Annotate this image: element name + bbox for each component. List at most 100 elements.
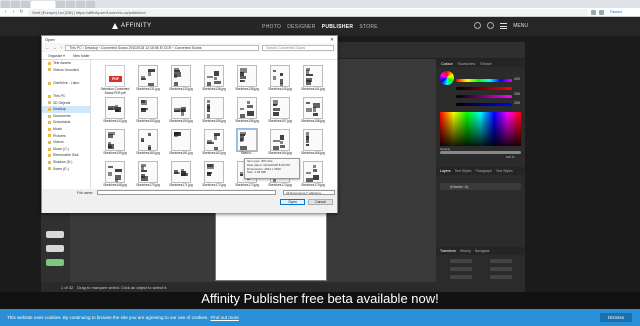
file-name: Sketches159.jpg (103, 151, 127, 155)
nav-pane-item[interactable]: Music (C:) (42, 146, 90, 153)
dismiss-button[interactable]: Dismiss (600, 313, 632, 322)
transform-field[interactable] (450, 267, 472, 271)
tool-swatch[interactable] (46, 231, 64, 238)
transform-field[interactable] (450, 275, 472, 279)
magenta-slider[interactable] (456, 95, 512, 98)
forward-arrow-icon[interactable]: → (53, 45, 58, 50)
nav-designer[interactable]: DESIGNER (287, 24, 316, 30)
browser-tab[interactable] (21, 1, 30, 8)
nav-pane-item[interactable]: Desktop (42, 106, 90, 113)
nav-pane-label: 3D Objects (53, 100, 71, 105)
menu-label[interactable]: MENU (513, 23, 528, 29)
blue-slider[interactable] (456, 103, 512, 106)
file-name: Sketches156.jpg (235, 119, 259, 123)
cancel-button[interactable]: Cancel (308, 199, 333, 205)
nav-pane-item[interactable]: This PC (42, 93, 90, 100)
tool-toggle[interactable] (46, 259, 64, 266)
folder-icon (48, 147, 51, 151)
forward-icon[interactable]: › (11, 9, 16, 15)
sketch-stroke (141, 108, 148, 110)
extension-icon[interactable] (599, 9, 604, 15)
reload-icon[interactable]: ↻ (19, 9, 24, 15)
breadcrumb[interactable]: This PC › Desktop › Converted Scans 2910… (65, 44, 260, 51)
nav-pane-item[interactable]: Music (42, 126, 90, 133)
nav-pane-item[interactable]: Videos (42, 139, 90, 146)
back-arrow-icon[interactable]: ← (45, 45, 50, 50)
tab-stroke[interactable]: Stroke (480, 61, 492, 66)
sketch-stroke (280, 135, 284, 140)
transform-field[interactable] (490, 259, 512, 263)
browser-tab[interactable] (86, 1, 95, 8)
filename-field[interactable] (97, 190, 276, 195)
sketch-stroke (207, 76, 213, 78)
extension-icon[interactable] (591, 9, 596, 15)
tab-paragraph[interactable]: Paragraph (475, 169, 491, 173)
paused-badge[interactable]: Paused (607, 10, 625, 15)
nav-pane-item[interactable]: Shadow (D:) (42, 159, 90, 166)
nav-pane-item[interactable]: Downloads (42, 119, 90, 126)
nav-pane-item[interactable]: 3D Objects (42, 100, 90, 107)
sketch-stroke (207, 140, 212, 144)
browser-tab[interactable] (66, 1, 75, 8)
transform-field[interactable] (490, 267, 512, 271)
opacity-slider[interactable] (440, 151, 521, 154)
menu-icon[interactable] (500, 22, 508, 29)
tab-history[interactable]: History (460, 249, 471, 253)
file-type-select[interactable]: All Documents (*.afdesign;... (283, 190, 335, 195)
tab-text-styles[interactable]: Text Styles (455, 169, 472, 173)
tab-layers[interactable]: Layers (440, 169, 451, 173)
red-slider[interactable] (456, 87, 512, 90)
close-icon[interactable]: ✕ (327, 37, 337, 43)
organize-button[interactable]: Organize ▾ (48, 54, 65, 58)
tab-navigator[interactable]: Navigator (475, 249, 490, 253)
tab-colour[interactable]: Colour (441, 61, 453, 66)
color-wheel[interactable] (440, 71, 454, 85)
nav-photo[interactable]: PHOTO (262, 24, 281, 30)
browser-tab[interactable] (56, 1, 65, 8)
affinity-logo[interactable]: AFFINITY (112, 23, 152, 29)
sketch-stroke (273, 76, 276, 80)
browser-tab-active[interactable] (31, 1, 55, 8)
up-arrow-icon[interactable]: ↑ (60, 45, 62, 50)
sketch-stroke (214, 81, 221, 84)
sketch-stroke (306, 74, 313, 76)
sketch-stroke (280, 79, 283, 84)
cart-icon[interactable] (487, 22, 495, 29)
hue-slider[interactable] (456, 79, 512, 82)
back-icon[interactable]: ‹ (3, 9, 8, 15)
file-name: Sketches162.jpg (202, 151, 226, 155)
new-folder-button[interactable]: New folder (73, 54, 90, 58)
search-input[interactable]: Search Converted Scans (262, 44, 335, 51)
browser-tab[interactable] (11, 1, 20, 8)
tab-transform[interactable]: Transform (440, 249, 456, 253)
nav-pane-item[interactable]: Some (E:) (42, 166, 90, 173)
sketch-stroke (148, 133, 151, 136)
nav-pane-item[interactable]: Removable Disk (42, 152, 90, 159)
open-button[interactable]: Open (280, 199, 305, 205)
nav-pane-item[interactable]: Pictures (42, 133, 90, 140)
page-counter[interactable]: 1 of 32 (61, 285, 73, 290)
tool-swatch[interactable] (46, 245, 64, 252)
nav-pane-item[interactable]: OneDrive - Lisbo (42, 80, 90, 87)
image-thumbnail (138, 65, 158, 87)
navigation-pane: Tele Assets Videos Unsorted OneDrive - Lis… (42, 60, 91, 189)
site-header: AFFINITY PHOTO DESIGNER PUBLISHER STORE … (0, 17, 640, 36)
url-field[interactable]: Serif (Europe) Ltd [GB] | https://affini… (28, 8, 588, 16)
nav-pane-item[interactable]: Videos Unsorted (42, 67, 90, 74)
browser-tab[interactable] (1, 1, 10, 8)
find-out-more-link[interactable]: Find out more (210, 315, 238, 320)
tab-text-styles-2[interactable]: Text Styles (496, 169, 513, 173)
transform-field[interactable] (450, 259, 472, 263)
nav-pane-item[interactable]: Documents (42, 113, 90, 120)
browser-tab[interactable] (76, 1, 85, 8)
sketch-stroke (306, 108, 312, 112)
layer-row[interactable]: (Master A) (440, 183, 521, 190)
nav-store[interactable]: STORE (359, 24, 378, 30)
account-icon[interactable] (474, 22, 482, 29)
beta-banner[interactable]: Affinity Publisher free beta available n… (0, 292, 640, 309)
color-spectrum[interactable] (440, 112, 521, 146)
nav-publisher[interactable]: PUBLISHER (322, 24, 354, 30)
transform-field[interactable] (490, 275, 512, 279)
tab-swatches[interactable]: Swatches (458, 61, 475, 66)
nav-pane-item[interactable]: Tele Assets (42, 60, 90, 67)
